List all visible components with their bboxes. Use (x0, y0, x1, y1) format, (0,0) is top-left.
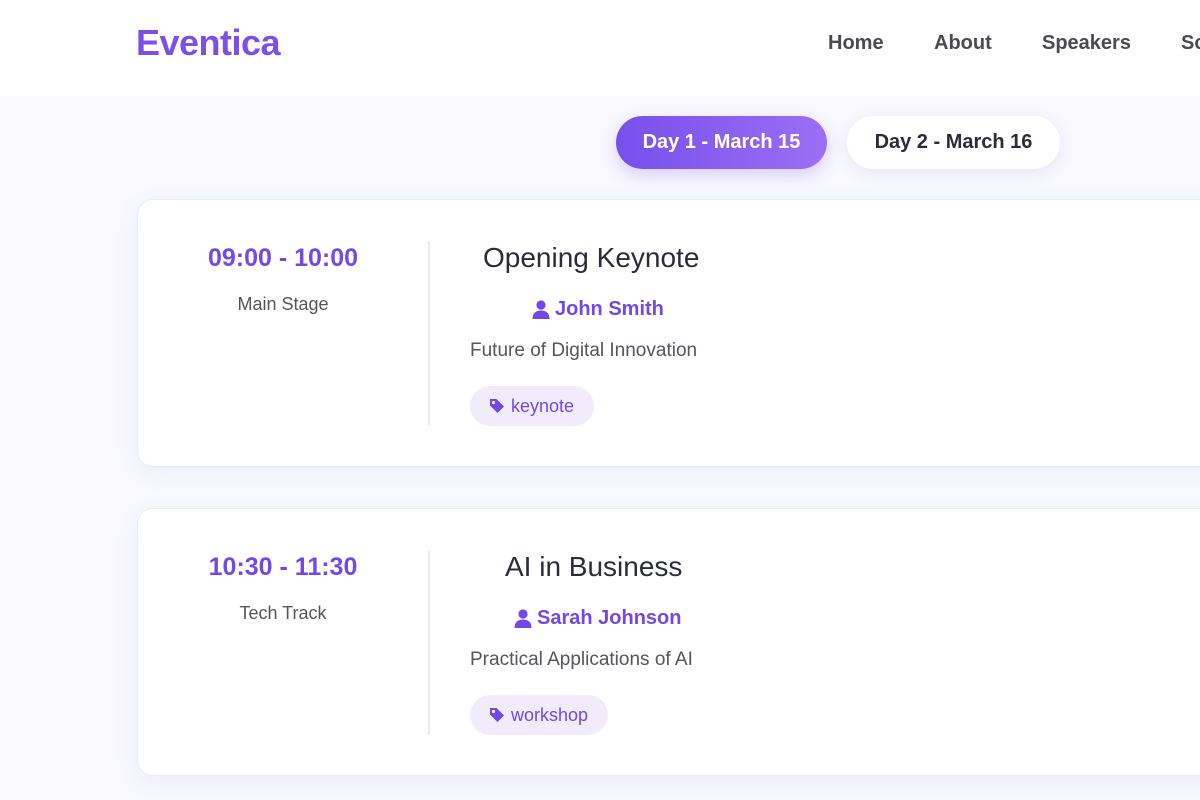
site-header: Eventica Home About Speakers Schedule (0, 0, 1200, 96)
session-time-column: 10:30 - 11:30 Tech Track (138, 509, 428, 775)
session-card: 10:30 - 11:30 Tech Track AI in Business … (137, 508, 1200, 776)
session-speaker[interactable]: John Smith (532, 298, 664, 321)
tag-icon (490, 708, 504, 722)
session-speaker[interactable]: Sarah Johnson (514, 607, 681, 630)
divider (428, 241, 430, 426)
session-description: Practical Applications of AI (470, 649, 693, 670)
nav-item-home[interactable]: Home (828, 32, 884, 55)
main-nav: Home About Speakers Schedule (828, 32, 1200, 56)
site-logo[interactable]: Eventica (136, 22, 281, 64)
session-venue: Main Stage (237, 294, 329, 314)
session-time: 09:00 - 10:00 (207, 244, 359, 272)
session-title: AI in Business (505, 551, 683, 582)
speaker-name: John Smith (555, 298, 664, 320)
tab-day-2[interactable]: Day 2 - March 16 (847, 116, 1060, 169)
tag-label: workshop (511, 704, 589, 725)
user-icon (532, 300, 550, 319)
speaker-name: Sarah Johnson (537, 607, 682, 629)
divider (428, 550, 430, 735)
nav-item-about[interactable]: About (934, 32, 992, 55)
session-tag[interactable]: workshop (470, 695, 609, 735)
session-tag[interactable]: keynote (470, 386, 595, 426)
user-icon (514, 609, 532, 628)
tag-icon (490, 399, 504, 413)
nav-item-schedule[interactable]: Schedule (1181, 32, 1200, 55)
session-title: Opening Keynote (483, 242, 700, 273)
session-venue: Tech Track (239, 603, 327, 623)
session-card: 09:00 - 10:00 Main Stage Opening Keynote… (137, 199, 1200, 467)
day-tabs: Day 1 - March 15 Day 2 - March 16 (0, 116, 1200, 170)
session-description: Future of Digital Innovation (470, 340, 698, 361)
tab-day-1[interactable]: Day 1 - March 15 (616, 116, 827, 169)
session-time: 10:30 - 11:30 (208, 553, 358, 581)
session-time-column: 09:00 - 10:00 Main Stage (138, 200, 428, 466)
nav-item-speakers[interactable]: Speakers (1042, 32, 1131, 55)
tag-label: keynote (511, 395, 575, 416)
